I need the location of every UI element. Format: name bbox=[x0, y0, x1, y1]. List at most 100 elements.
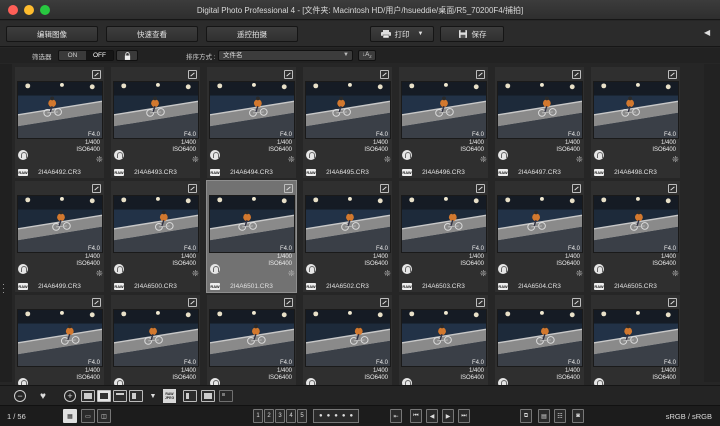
close-window-button[interactable] bbox=[8, 5, 18, 15]
zoom-out-icon[interactable]: − bbox=[14, 390, 26, 402]
minimize-window-button[interactable] bbox=[24, 5, 34, 15]
iso: ISO6400 bbox=[268, 375, 292, 381]
list-view-button[interactable] bbox=[113, 390, 127, 402]
thumbnail[interactable]: F4.0 1/400 ISO6400 ❊ RAW 2I4A6493.CR3 bbox=[110, 66, 201, 179]
enlarge-icon[interactable] bbox=[284, 184, 293, 193]
single-layout-button[interactable]: ▭ bbox=[81, 409, 95, 423]
rating-button-3[interactable]: 3 bbox=[275, 409, 285, 423]
info-icon[interactable]: ☷ bbox=[554, 409, 566, 423]
enlarge-icon[interactable] bbox=[380, 298, 389, 307]
heart-icon[interactable]: ♥ bbox=[37, 390, 49, 402]
rating-button-1[interactable]: 1 bbox=[253, 409, 263, 423]
filter-lock-button[interactable] bbox=[116, 50, 138, 61]
rating-button-4[interactable]: 4 bbox=[286, 409, 296, 423]
adjusted-icon: ❊ bbox=[288, 269, 295, 278]
enlarge-icon[interactable] bbox=[572, 70, 581, 79]
panel-resize-handle[interactable]: · · · bbox=[2, 280, 5, 297]
print-label: 打印 bbox=[394, 29, 410, 39]
first-image-icon[interactable]: ⏮ bbox=[410, 409, 422, 423]
filter-on-option[interactable]: ON bbox=[59, 51, 86, 60]
star-rating-strip[interactable]: ● ● ● ● ● bbox=[313, 409, 360, 423]
previous-folder-icon[interactable]: ⇤ bbox=[390, 409, 402, 423]
filename: 2I4A6499.CR3 bbox=[38, 283, 81, 290]
zoom-in-icon[interactable]: + bbox=[64, 390, 76, 402]
enlarge-icon[interactable] bbox=[188, 298, 197, 307]
enlarge-icon[interactable] bbox=[92, 184, 101, 193]
collapse-panel-icon[interactable]: ◀ bbox=[704, 28, 710, 37]
enlarge-icon[interactable] bbox=[188, 184, 197, 193]
double-layout-button[interactable]: ◫ bbox=[97, 409, 111, 423]
remote-shooting-button[interactable]: 遥控拍摄 bbox=[206, 26, 298, 42]
histogram-icon[interactable]: ▤ bbox=[538, 409, 550, 423]
rating-button-5[interactable]: 5 bbox=[297, 409, 307, 423]
enlarge-icon[interactable] bbox=[476, 184, 485, 193]
previous-image-icon[interactable]: ◀ bbox=[426, 409, 438, 423]
shutter-speed: 1/400 bbox=[276, 367, 292, 374]
thumbnail[interactable]: F4.0 1/400 ISO6400 ❊ RAW 2I4A6500.CR3 bbox=[110, 180, 201, 293]
thumbnail[interactable]: F4.0 1/400 ISO6400 ❊ RAW 2I4A6497.CR3 bbox=[494, 66, 585, 179]
filter-off-option[interactable]: OFF bbox=[86, 51, 113, 60]
enlarge-icon[interactable] bbox=[476, 298, 485, 307]
filter-toggle[interactable]: ON OFF bbox=[58, 50, 114, 61]
thumbnail-image bbox=[113, 81, 199, 139]
next-image-icon[interactable]: ▶ bbox=[442, 409, 454, 423]
print-button[interactable]: 打印 ▼ bbox=[370, 26, 434, 42]
aperture: F4.0 bbox=[375, 360, 388, 366]
enlarge-icon[interactable] bbox=[668, 298, 677, 307]
zoom-window-button[interactable] bbox=[40, 5, 50, 15]
enlarge-icon[interactable] bbox=[188, 70, 197, 79]
raw-jpeg-toggle[interactable]: RAW JPEG bbox=[163, 389, 176, 403]
thumbnail[interactable]: F4.0 1/400 ISO6400 ❊ RAW 2I4A6503.CR3 bbox=[398, 180, 489, 293]
thumbnail-view-small-button[interactable] bbox=[81, 390, 95, 402]
enlarge-icon[interactable] bbox=[284, 70, 293, 79]
thumbnail[interactable]: F4.0 1/400 ISO6400 ❊ RAW 2I4A6505.CR3 bbox=[590, 180, 681, 293]
adjusted-icon: ❊ bbox=[192, 269, 199, 278]
enlarge-icon[interactable] bbox=[92, 298, 101, 307]
thumbnail[interactable]: F4.0 1/400 ISO6400 ❊ RAW 2I4A6494.CR3 bbox=[206, 66, 297, 179]
enlarge-icon[interactable] bbox=[572, 184, 581, 193]
detail-view-button[interactable] bbox=[129, 390, 143, 402]
thumbnail[interactable]: F4.0 1/400 ISO6400 ❊ RAW 2I4A6499.CR3 bbox=[14, 180, 105, 293]
save-button[interactable]: 保存 bbox=[440, 26, 504, 42]
adjusted-icon: ❊ bbox=[576, 155, 583, 164]
last-image-icon[interactable]: ⏭ bbox=[458, 409, 470, 423]
enlarge-icon[interactable] bbox=[476, 70, 485, 79]
left-panel-edge: · · · bbox=[0, 64, 12, 382]
enlarge-icon[interactable] bbox=[92, 70, 101, 79]
print-dropdown-icon[interactable]: ▼ bbox=[418, 31, 424, 37]
thumbnail[interactable]: F4.0 1/400 ISO6400 ❊ RAW 2I4A6498.CR3 bbox=[590, 66, 681, 179]
crop-icon[interactable]: ⧉ bbox=[520, 409, 532, 423]
grid-view-button[interactable] bbox=[219, 390, 233, 402]
edit-status-icon bbox=[18, 150, 28, 160]
grid-layout-button[interactable]: ▦ bbox=[63, 409, 77, 423]
camera-icon[interactable]: ◙ bbox=[572, 409, 584, 423]
compare-view-button[interactable] bbox=[183, 390, 197, 402]
enlarge-icon[interactable] bbox=[572, 298, 581, 307]
quick-check-button[interactable]: 快速查看 bbox=[106, 26, 198, 42]
enlarge-icon[interactable] bbox=[284, 298, 293, 307]
enlarge-icon[interactable] bbox=[380, 70, 389, 79]
rating-button-2[interactable]: 2 bbox=[264, 409, 274, 423]
enlarge-icon[interactable] bbox=[668, 70, 677, 79]
thumbnail[interactable]: F4.0 1/400 ISO6400 ❊ RAW 2I4A6504.CR3 bbox=[494, 180, 585, 293]
thumbnail[interactable]: F4.0 1/400 ISO6400 ❊ RAW 2I4A6492.CR3 bbox=[14, 66, 105, 179]
filter-label: 筛选器 bbox=[32, 54, 52, 61]
thumbnail[interactable]: F4.0 1/400 ISO6400 ❊ RAW 2I4A6501.CR3 bbox=[206, 180, 297, 293]
view-options-dropdown-icon[interactable]: ▼ bbox=[147, 390, 159, 402]
edit-image-button[interactable]: 编辑图像 bbox=[6, 26, 98, 42]
thumbnail-image bbox=[497, 309, 583, 367]
save-label: 保存 bbox=[471, 29, 487, 39]
thumbnail[interactable]: F4.0 1/400 ISO6400 ❊ RAW 2I4A6502.CR3 bbox=[302, 180, 393, 293]
enlarge-icon[interactable] bbox=[668, 184, 677, 193]
sort-order-button[interactable]: ↓AZ bbox=[358, 50, 376, 61]
enlarge-icon[interactable] bbox=[380, 184, 389, 193]
thumbnail[interactable]: F4.0 1/400 ISO6400 ❊ RAW 2I4A6496.CR3 bbox=[398, 66, 489, 179]
thumbnail[interactable]: F4.0 1/400 ISO6400 ❊ RAW 2I4A6495.CR3 bbox=[302, 66, 393, 179]
thumbnail-view-large-button[interactable] bbox=[97, 390, 111, 402]
aperture: F4.0 bbox=[567, 360, 580, 366]
chevron-down-icon: ▼ bbox=[343, 52, 349, 58]
single-view-button[interactable] bbox=[201, 390, 215, 402]
thumbnail-image bbox=[113, 309, 199, 367]
sort-select[interactable]: 文件名 ▼ bbox=[218, 50, 353, 61]
exif-info: F4.0 1/400 ISO6400 bbox=[556, 246, 580, 269]
